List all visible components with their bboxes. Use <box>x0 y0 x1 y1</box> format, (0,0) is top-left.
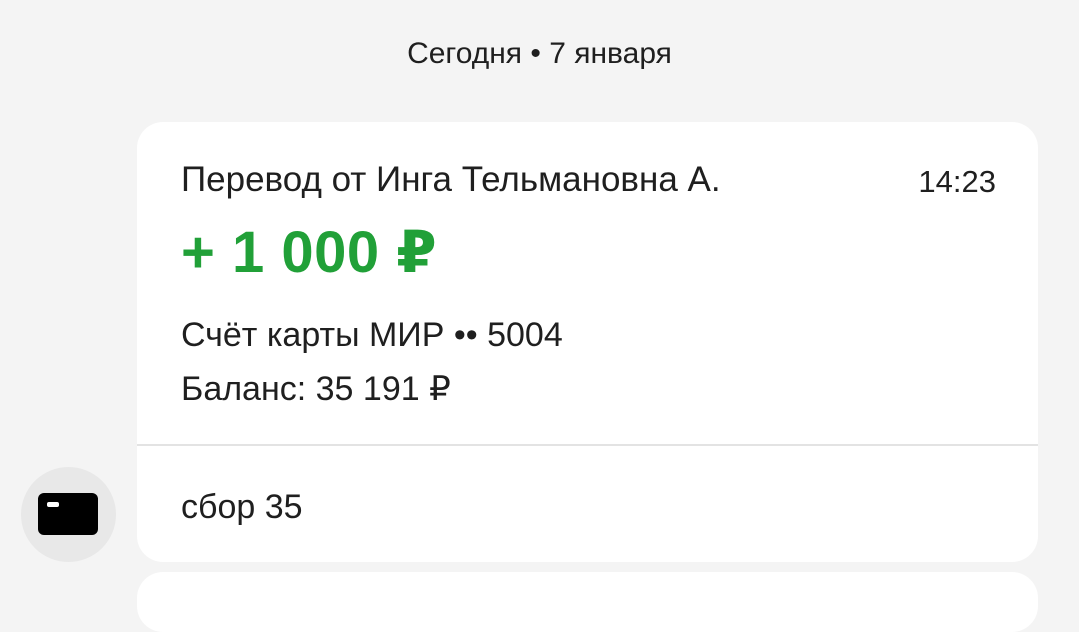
transfer-message-card[interactable]: Перевод от Инга Тельмановна А. 14:23 + 1… <box>137 122 1038 562</box>
transfer-amount: + 1 000 ₽ <box>181 220 438 285</box>
transfer-comment: сбор 35 <box>181 488 303 526</box>
card-icon-stripe <box>47 502 59 507</box>
sender-avatar[interactable] <box>21 467 116 562</box>
balance-info: Баланс: 35 191 ₽ <box>181 370 451 408</box>
message-time: 14:23 <box>918 164 996 199</box>
next-message-card[interactable] <box>137 572 1038 632</box>
account-info: Счёт карты МИР •• 5004 <box>181 316 563 354</box>
card-icon <box>38 493 98 535</box>
transfer-title: Перевод от Инга Тельмановна А. <box>181 160 721 199</box>
transfer-comment-section: сбор 35 <box>137 446 1038 562</box>
date-header: Сегодня • 7 января <box>407 37 672 70</box>
transfer-details: Перевод от Инга Тельмановна А. 14:23 + 1… <box>137 122 1038 444</box>
